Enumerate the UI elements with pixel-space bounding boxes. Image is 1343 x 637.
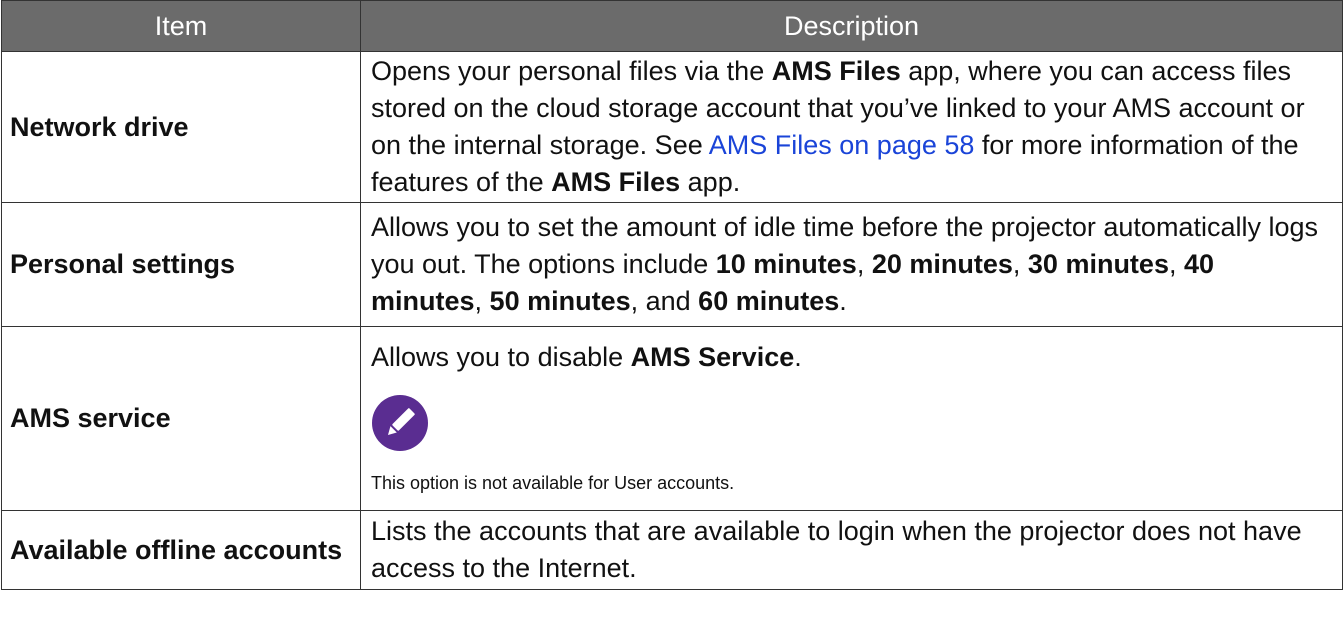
description-ams-service: Allows you to disable AMS Service. This …: [360, 326, 1343, 511]
account-settings-table: Item Description Network drive Opens you…: [1, 0, 1343, 590]
column-header-item: Item: [1, 0, 361, 52]
option-30-minutes: 30 minutes: [1027, 249, 1169, 279]
table-header-row: Item Description: [1, 0, 1343, 52]
item-personal-settings: Personal settings: [1, 202, 361, 327]
note-text: This option is not available for User ac…: [371, 473, 735, 493]
item-network-drive: Network drive: [1, 51, 361, 203]
item-ams-service: AMS service: [1, 326, 361, 511]
description-personal-settings: Allows you to set the amount of idle tim…: [360, 202, 1343, 327]
option-60-minutes: 60 minutes: [698, 286, 840, 316]
ams-files-page-link[interactable]: AMS Files on page 58: [709, 130, 975, 160]
column-header-description: Description: [360, 0, 1343, 52]
app-name-bold: AMS Files: [771, 56, 901, 86]
table-row: AMS service Allows you to disable AMS Se…: [1, 326, 1343, 511]
option-10-minutes: 10 minutes: [715, 249, 857, 279]
pencil-note-icon: [372, 395, 428, 451]
description-text: app.: [680, 167, 741, 197]
item-available-offline-accounts: Available offline accounts: [1, 510, 361, 590]
description-text: Opens your personal files via the: [371, 56, 772, 86]
service-name-bold: AMS Service: [630, 342, 795, 372]
option-20-minutes: 20 minutes: [871, 249, 1013, 279]
table-row: Available offline accounts Lists the acc…: [1, 510, 1343, 590]
table-row: Network drive Opens your personal files …: [1, 51, 1343, 203]
table-row: Personal settings Allows you to set the …: [1, 202, 1343, 327]
description-network-drive: Opens your personal files via the AMS Fi…: [360, 51, 1343, 203]
description-available-offline-accounts: Lists the accounts that are available to…: [360, 510, 1343, 590]
option-50-minutes: 50 minutes: [489, 286, 631, 316]
description-text: Allows you to disable AMS Service.: [371, 342, 802, 372]
app-name-bold: AMS Files: [551, 167, 681, 197]
